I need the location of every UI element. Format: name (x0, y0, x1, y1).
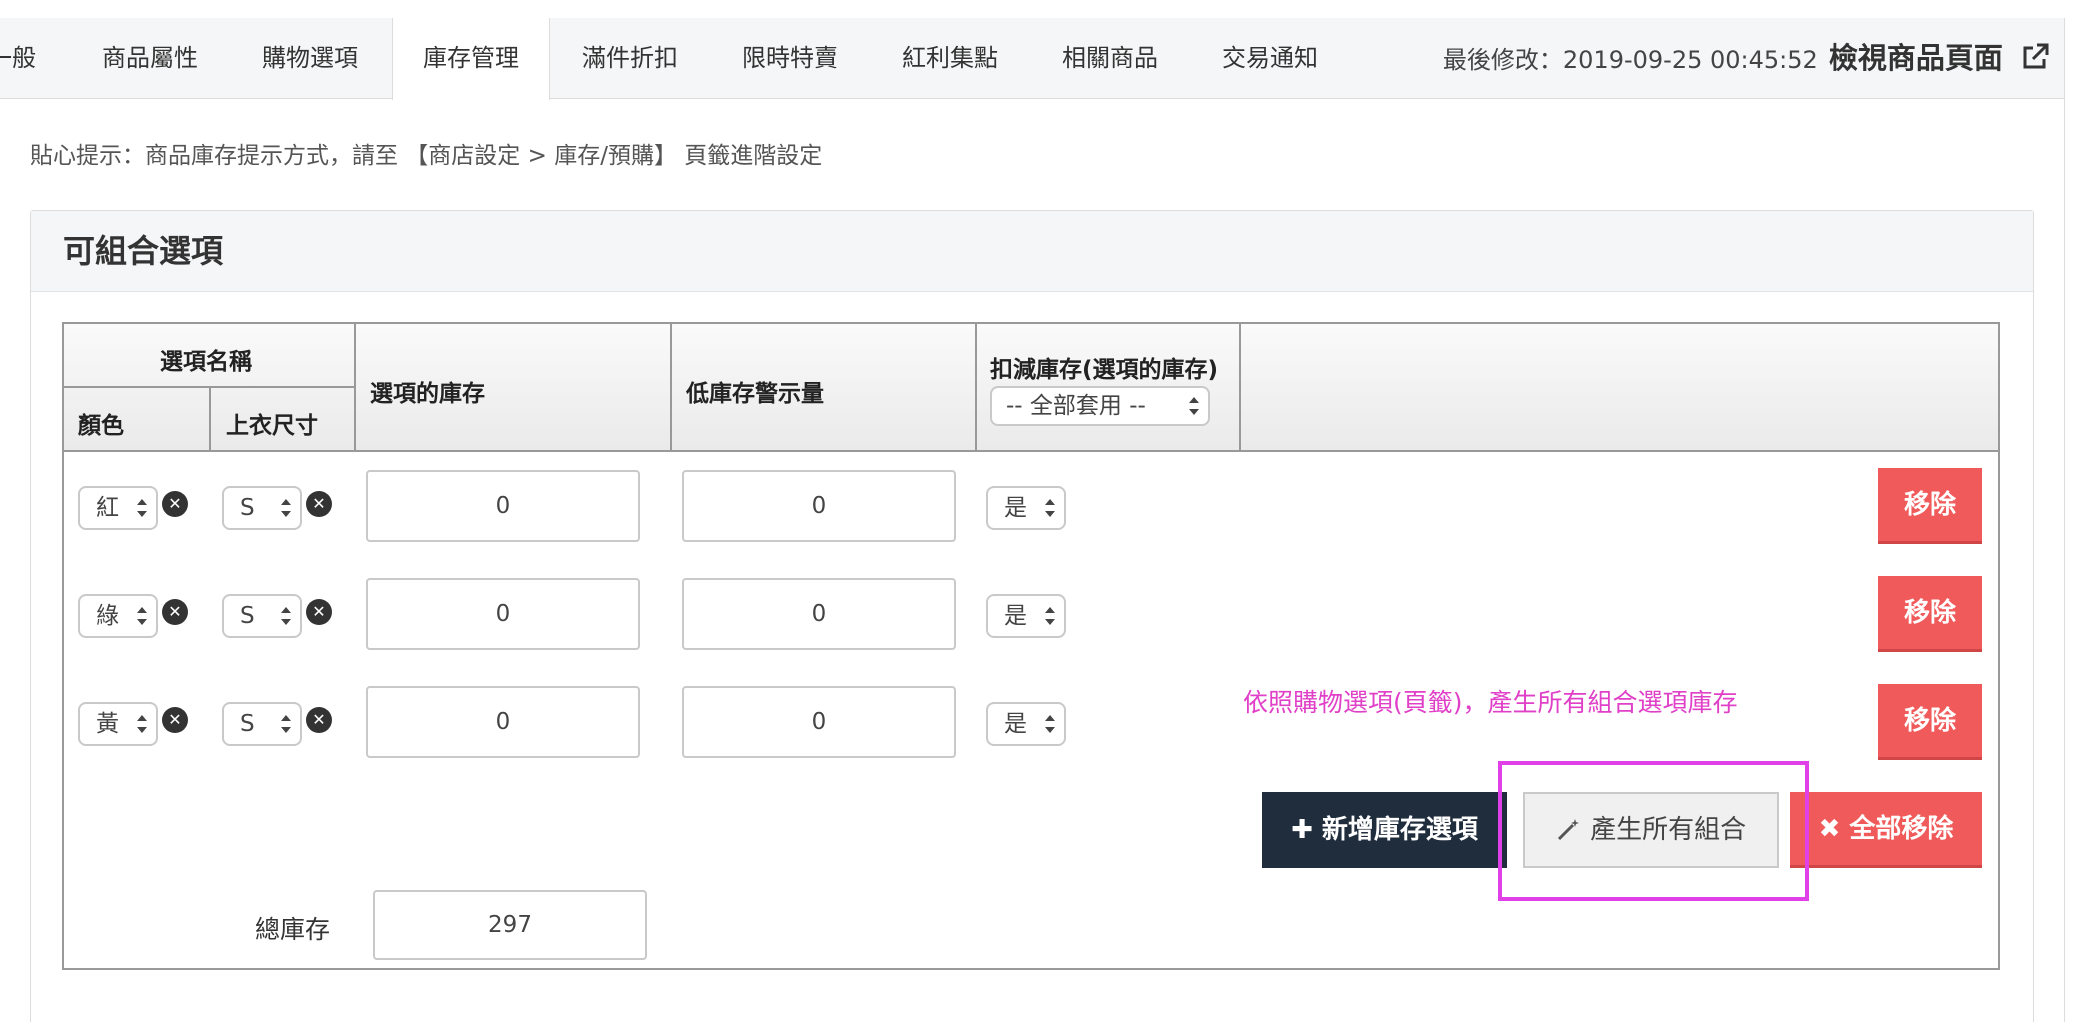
last-modified: 最後修改：2019-09-25 00:45:52 (1442, 46, 1818, 74)
apply-all-select[interactable]: -- 全部套用 -- (990, 386, 1210, 426)
low-stock-input[interactable]: 0 (682, 470, 956, 542)
remove-color-icon[interactable]: ✕ (162, 707, 188, 733)
total-stock-label: 總庫存 (255, 915, 331, 944)
stock-input[interactable]: 0 (366, 686, 640, 758)
deduct-value: 是 (1004, 495, 1027, 521)
tab-label: 庫存管理 (423, 44, 519, 72)
header-divider (1239, 324, 1241, 450)
col-option-name: 選項名稱 (160, 349, 252, 375)
header-divider (354, 324, 356, 450)
view-product-page-link[interactable]: 檢視商品頁面 (1829, 41, 2003, 75)
header-divider (975, 324, 977, 450)
remove-color-icon[interactable]: ✕ (162, 599, 188, 625)
close-icon: ✖ (1818, 814, 1850, 844)
remove-color-icon[interactable]: ✕ (162, 491, 188, 517)
remove-row-button[interactable]: 移除 (1878, 684, 1982, 760)
remove-size-icon[interactable]: ✕ (306, 707, 332, 733)
color-select[interactable]: 綠 (78, 594, 158, 638)
table-header: 選項名稱 顏色 上衣尺寸 選項的庫存 低庫存警示量 扣減庫存(選項的庫存) --… (64, 324, 1998, 452)
color-value: 紅 (96, 495, 119, 521)
col-stock: 選項的庫存 (370, 381, 485, 407)
header-divider (670, 324, 672, 450)
deduct-select[interactable]: 是 (986, 594, 1066, 638)
tab-general[interactable]: 一般 (0, 18, 36, 99)
low-stock-input[interactable]: 0 (682, 686, 956, 758)
size-value: S (240, 603, 255, 629)
generate-annotation: 依照購物選項(頁籤)，產生所有組合選項庫存 (1243, 688, 1738, 717)
tab-label: 限時特賣 (742, 44, 838, 72)
deduct-select[interactable]: 是 (986, 486, 1066, 530)
tab-shopping-options[interactable]: 購物選項 (262, 18, 358, 99)
tab-label: 一般 (0, 44, 36, 72)
col-size: 上衣尺寸 (226, 413, 318, 439)
remove-row-button[interactable]: 移除 (1878, 576, 1982, 652)
tab-label: 購物選項 (262, 44, 358, 72)
remove-size-icon[interactable]: ✕ (306, 599, 332, 625)
size-value: S (240, 711, 255, 737)
tab-label: 紅利集點 (902, 44, 998, 72)
tab-related-products[interactable]: 相關商品 (1062, 18, 1158, 99)
panel-title: 可組合選項 (31, 211, 2033, 292)
color-select[interactable]: 黃 (78, 702, 158, 746)
remove-row-button[interactable]: 移除 (1878, 468, 1982, 544)
color-value: 綠 (96, 603, 119, 629)
tab-bulk-discount[interactable]: 滿件折扣 (582, 18, 678, 99)
tab-inventory[interactable]: 庫存管理 (392, 18, 550, 100)
stock-input[interactable]: 0 (366, 578, 640, 650)
deduct-value: 是 (1004, 603, 1027, 629)
add-stock-option-label: 新增庫存選項 (1321, 815, 1478, 845)
header-divider (209, 386, 211, 450)
remove-all-button[interactable]: ✖ 全部移除 (1790, 792, 1982, 868)
external-link-icon[interactable] (2020, 26, 2050, 107)
color-value: 黃 (96, 711, 119, 737)
apply-all-value: -- 全部套用 -- (1006, 393, 1146, 419)
tab-reward-points[interactable]: 紅利集點 (902, 18, 998, 99)
inventory-hint: 貼心提示：商品庫存提示方式，請至 【商店設定 > 庫存/預購】 頁籤進階設定 (30, 143, 823, 169)
plus-icon: ✚ (1291, 815, 1322, 845)
tab-flash-sale[interactable]: 限時特賣 (742, 18, 838, 99)
total-stock-input[interactable]: 297 (373, 890, 647, 960)
tab-label: 滿件折扣 (582, 44, 678, 72)
remove-all-label: 全部移除 (1849, 814, 1954, 844)
stock-input[interactable]: 0 (366, 470, 640, 542)
add-stock-option-button[interactable]: ✚ 新增庫存選項 (1262, 792, 1507, 868)
highlight-box (1498, 761, 1809, 901)
size-select[interactable]: S (222, 594, 302, 638)
header-meta: 最後修改：2019-09-25 00:45:52 檢視商品頁面 (1443, 18, 2050, 99)
low-stock-input[interactable]: 0 (682, 578, 956, 650)
size-select[interactable]: S (222, 486, 302, 530)
remove-size-icon[interactable]: ✕ (306, 491, 332, 517)
col-color: 顏色 (78, 413, 124, 439)
size-select[interactable]: S (222, 702, 302, 746)
deduct-value: 是 (1004, 711, 1027, 737)
tab-label: 相關商品 (1062, 44, 1158, 72)
deduct-select[interactable]: 是 (986, 702, 1066, 746)
tab-label: 交易通知 (1222, 44, 1318, 72)
col-low-stock: 低庫存警示量 (686, 381, 824, 407)
col-deduct-stock: 扣減庫存(選項的庫存) (990, 357, 1219, 383)
tab-label: 商品屬性 (102, 44, 198, 72)
size-value: S (240, 495, 255, 521)
tab-transaction-notice[interactable]: 交易通知 (1222, 18, 1318, 99)
tab-product-attributes[interactable]: 商品屬性 (102, 18, 198, 99)
color-select[interactable]: 紅 (78, 486, 158, 530)
